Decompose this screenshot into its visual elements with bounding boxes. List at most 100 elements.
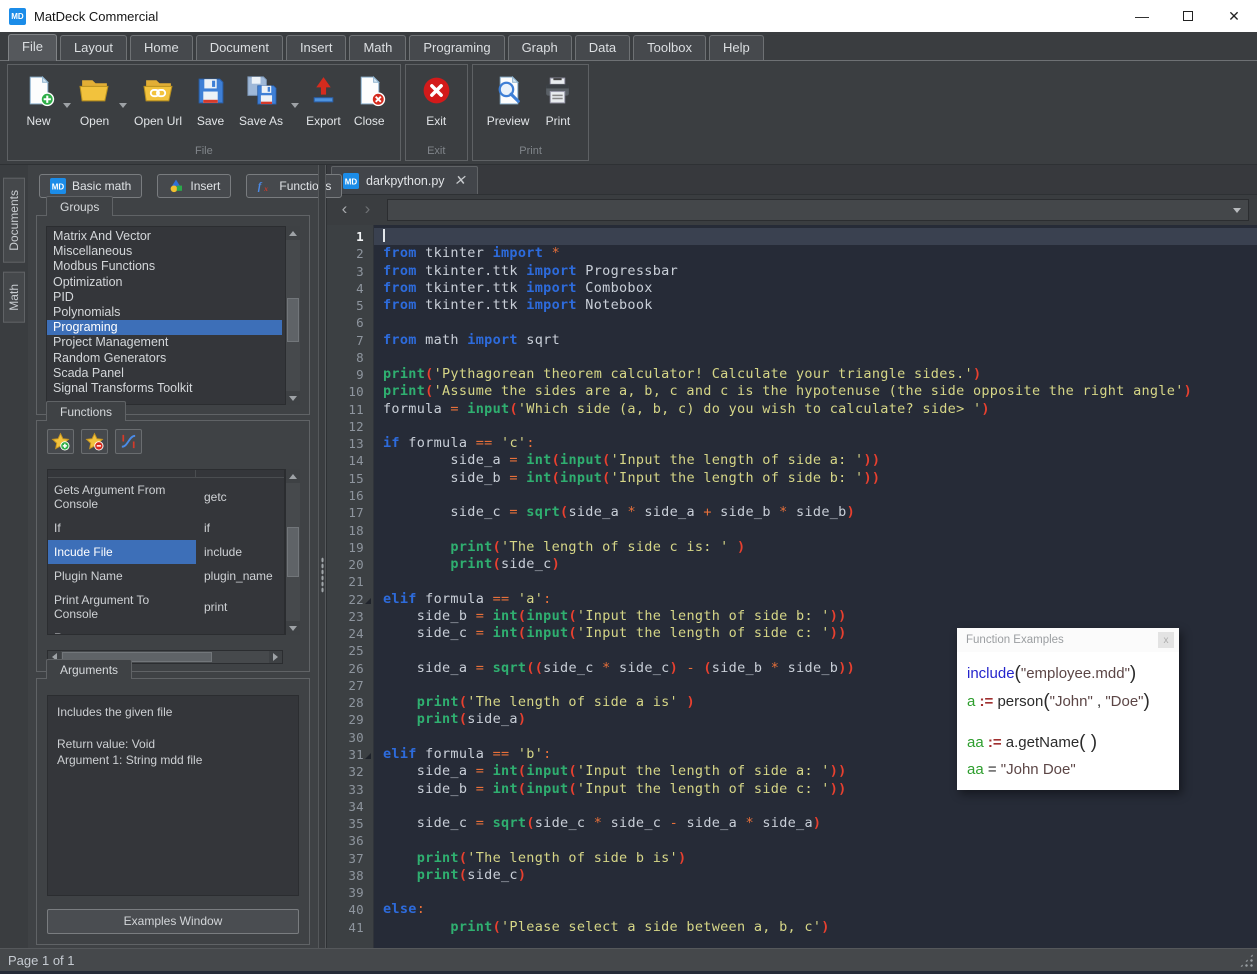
document-tab-close-icon[interactable]: ✕ xyxy=(453,172,468,189)
code-line[interactable]: 23 side_b = int(input('Input the length … xyxy=(327,608,1257,625)
group-item-programing[interactable]: Programing xyxy=(47,320,282,335)
group-item-pid[interactable]: PID xyxy=(47,290,282,305)
code-line[interactable]: 11formula = input('Which side (a, b, c) … xyxy=(327,401,1257,418)
scroll-thumb[interactable] xyxy=(287,298,299,342)
code-line[interactable]: 15 side_b = int(input('Input the length … xyxy=(327,470,1257,487)
code-line[interactable]: 36 xyxy=(327,832,1257,849)
group-item-project-management[interactable]: Project Management xyxy=(47,335,282,350)
code-line[interactable]: 5from tkinter.ttk import Notebook xyxy=(327,297,1257,314)
panel-splitter[interactable] xyxy=(318,165,326,948)
group-item-miscellaneous[interactable]: Miscellaneous xyxy=(47,244,282,259)
group-item-scada-panel[interactable]: Scada Panel xyxy=(47,366,282,381)
code-line[interactable]: 13if formula == 'c': xyxy=(327,435,1257,452)
side-tab-math[interactable]: Math xyxy=(3,272,25,323)
symbol-combobox[interactable] xyxy=(387,199,1249,221)
group-item-modbus-functions[interactable]: Modbus Functions xyxy=(47,259,282,274)
menu-tab-insert[interactable]: Insert xyxy=(286,35,347,60)
code-line[interactable]: 37 print('The length of side b is') xyxy=(327,850,1257,867)
menu-tab-layout[interactable]: Layout xyxy=(60,35,127,60)
code-line[interactable]: 39 xyxy=(327,884,1257,901)
fn-plot-button[interactable] xyxy=(115,429,142,454)
group-item-signal-transforms-toolkit[interactable]: Signal Transforms Toolkit xyxy=(47,381,282,396)
function-row-print[interactable]: Print Argument To Consoleprint xyxy=(48,588,284,626)
menu-tab-file[interactable]: File xyxy=(8,34,57,61)
save-button[interactable]: Save xyxy=(188,71,233,131)
insert-button[interactable]: Insert xyxy=(157,174,231,198)
nav-forward-button[interactable]: › xyxy=(356,199,379,222)
group-item-optimization[interactable]: Optimization xyxy=(47,275,282,290)
menu-tab-programing[interactable]: Programing xyxy=(409,35,504,60)
open-dropdown-arrow[interactable] xyxy=(117,103,128,108)
close-button[interactable]: Close xyxy=(347,71,392,131)
menu-tab-document[interactable]: Document xyxy=(196,35,283,60)
examples-window-button[interactable]: Examples Window xyxy=(47,909,299,934)
code-line[interactable]: 22elif formula == 'a': xyxy=(327,591,1257,608)
document-tab-darkpython[interactable]: MD darkpython.py ✕ xyxy=(331,166,478,194)
code-line[interactable]: 20 print(side_c) xyxy=(327,556,1257,573)
new-button[interactable]: New xyxy=(16,71,61,131)
tab-functions[interactable]: Functions xyxy=(46,401,126,421)
new-dropdown-arrow[interactable] xyxy=(61,103,72,108)
resize-grip-icon[interactable] xyxy=(1239,953,1254,968)
code-line[interactable]: 3from tkinter.ttk import Progressbar xyxy=(327,263,1257,280)
groups-scrollbar[interactable] xyxy=(285,226,300,405)
save-as-button[interactable]: Save As xyxy=(233,71,289,131)
popup-header[interactable]: Function Examples x xyxy=(957,628,1179,652)
function-row-plugin-name[interactable]: Plugin Nameplugin_name xyxy=(48,564,284,588)
functions-button[interactable]: fxFunctions xyxy=(246,174,342,198)
code-line[interactable]: 16 xyxy=(327,487,1257,504)
tab-groups[interactable]: Groups xyxy=(46,196,113,216)
code-editor[interactable]: 12from tkinter import *3from tkinter.ttk… xyxy=(327,225,1257,948)
code-line[interactable]: 35 side_c = sqrt(side_c * side_c - side_… xyxy=(327,815,1257,832)
function-row-if[interactable]: Ifif xyxy=(48,516,284,540)
code-line[interactable]: 41 print('Please select a side between a… xyxy=(327,919,1257,936)
code-line[interactable]: 6 xyxy=(327,314,1257,331)
scroll-down-arrow[interactable] xyxy=(286,391,300,405)
print-button[interactable]: Print xyxy=(535,71,580,131)
menu-tab-graph[interactable]: Graph xyxy=(508,35,572,60)
preview-button[interactable]: Preview xyxy=(481,71,536,131)
scroll-down-arrow[interactable] xyxy=(286,621,300,635)
fold-marker-icon[interactable] xyxy=(365,753,371,759)
code-line[interactable]: 8 xyxy=(327,349,1257,366)
open-button[interactable]: Open xyxy=(72,71,117,131)
side-tab-documents[interactable]: Documents xyxy=(3,178,25,263)
maximize-button[interactable] xyxy=(1165,0,1211,32)
code-line[interactable]: 21 xyxy=(327,573,1257,590)
fold-marker-icon[interactable] xyxy=(365,598,371,604)
code-line[interactable]: 40else: xyxy=(327,901,1257,918)
code-line[interactable]: 4from tkinter.ttk import Combobox xyxy=(327,280,1257,297)
scroll-up-arrow[interactable] xyxy=(286,469,300,483)
group-item-polynomials[interactable]: Polynomials xyxy=(47,305,282,320)
functions-scrollbar-vertical[interactable] xyxy=(285,469,300,635)
star-remove-button[interactable] xyxy=(81,429,108,454)
code-line[interactable]: 19 print('The length of side c is: ' ) xyxy=(327,539,1257,556)
code-line[interactable]: 14 side_a = int(input('Input the length … xyxy=(327,452,1257,469)
minimize-button[interactable]: — xyxy=(1119,0,1165,32)
popup-close-button[interactable]: x xyxy=(1158,632,1174,648)
code-line[interactable]: 10print('Assume the sides are a, b, c an… xyxy=(327,383,1257,400)
code-line[interactable]: 38 print(side_c) xyxy=(327,867,1257,884)
basic-math-button[interactable]: MDBasic math xyxy=(39,174,142,198)
code-line[interactable]: 9print('Pythagorean theorem calculator! … xyxy=(327,366,1257,383)
open-url-button[interactable]: Open Url xyxy=(128,71,188,131)
function-row-include[interactable]: Incude Fileinclude xyxy=(48,540,284,564)
menu-tab-help[interactable]: Help xyxy=(709,35,764,60)
tab-arguments[interactable]: Arguments xyxy=(46,659,132,679)
menu-tab-math[interactable]: Math xyxy=(349,35,406,60)
code-line[interactable]: 12 xyxy=(327,418,1257,435)
scroll-thumb[interactable] xyxy=(287,527,299,577)
group-item-matrix-and-vector[interactable]: Matrix And Vector xyxy=(47,229,282,244)
scroll-up-arrow[interactable] xyxy=(286,226,300,240)
code-line[interactable]: 34 xyxy=(327,798,1257,815)
menu-tab-data[interactable]: Data xyxy=(575,35,630,60)
code-line[interactable]: 18 xyxy=(327,522,1257,539)
star-add-button[interactable] xyxy=(47,429,74,454)
code-line[interactable]: 2from tkinter import * xyxy=(327,245,1257,262)
function-row-return[interactable]: Returnreturn xyxy=(48,626,284,635)
close-button[interactable]: ✕ xyxy=(1211,0,1257,32)
save-as-dropdown-arrow[interactable] xyxy=(289,103,300,108)
nav-back-button[interactable]: ‹ xyxy=(333,199,356,222)
function-row-getc[interactable]: Gets Argument From Consolegetc xyxy=(48,478,284,516)
menu-tab-home[interactable]: Home xyxy=(130,35,193,60)
